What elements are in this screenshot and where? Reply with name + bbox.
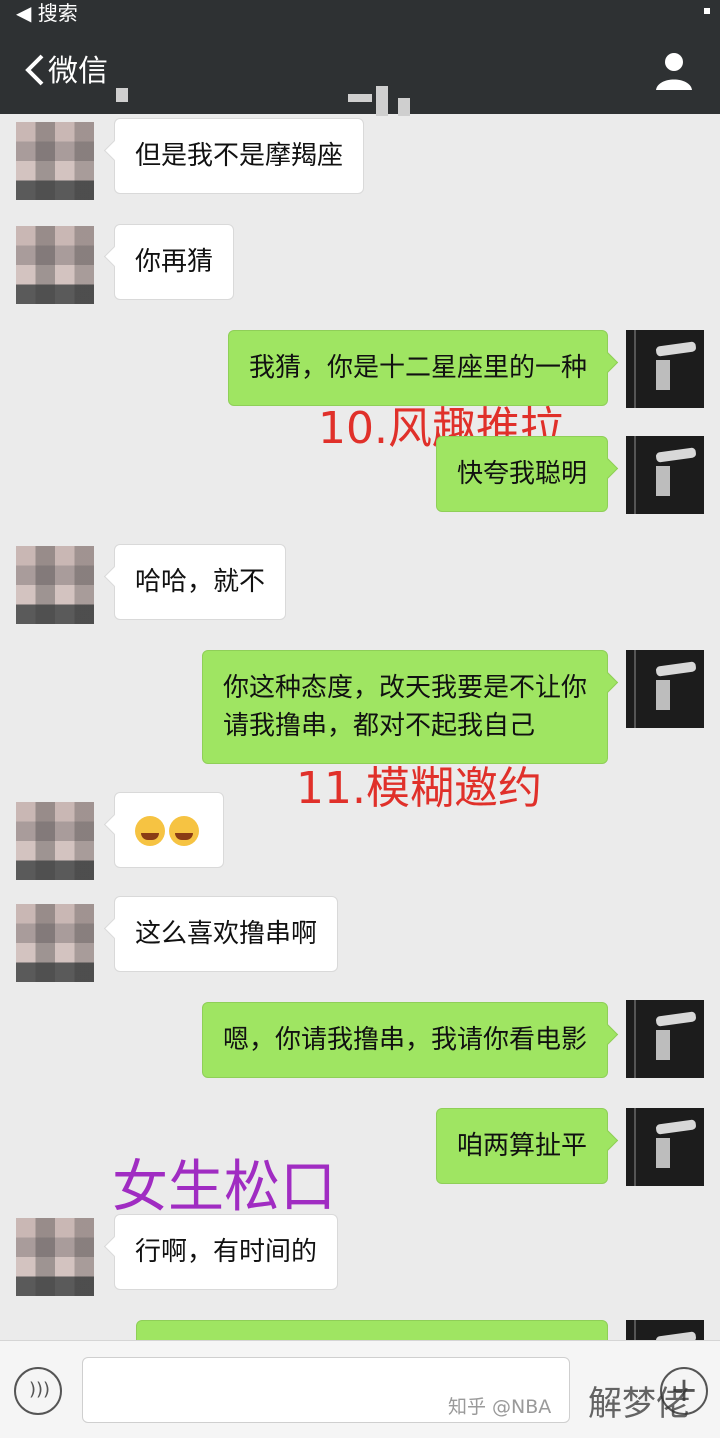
received-message[interactable]: 哈哈，就不 — [114, 544, 287, 620]
sent-message[interactable]: 你这种态度，改天我要是不让你 请我撸串，都对不起我自己 — [201, 650, 608, 764]
my-avatar[interactable] — [626, 1000, 704, 1078]
my-avatar[interactable] — [626, 650, 704, 728]
status-indicator — [704, 8, 710, 14]
contact-avatar[interactable] — [16, 802, 94, 880]
received-message[interactable]: 但是我不是摩羯座 — [114, 118, 365, 194]
received-message[interactable]: 你再猜 — [114, 224, 235, 300]
my-avatar[interactable] — [626, 436, 704, 514]
sent-message[interactable]: 嗯，你请我撸串，我请你看电影 — [201, 1002, 608, 1078]
my-avatar[interactable] — [626, 330, 704, 408]
site-watermark-logo: 解梦佬 — [588, 1384, 690, 1424]
sent-message[interactable]: 我猜，你是十二星座里的一种 — [227, 330, 608, 406]
back-button-label[interactable]: 微信 — [48, 52, 108, 92]
message-line: 请我撸串，都对不起我自己 — [222, 711, 535, 741]
crying-laughing-emoji-icon — [169, 815, 199, 846]
annotation-11: 11.模糊邀约 — [296, 763, 542, 814]
status-bar: ◀ 搜索 — [0, 0, 720, 26]
received-message[interactable]: 行啊，有时间的 — [114, 1214, 339, 1290]
received-message[interactable]: 这么喜欢撸串啊 — [114, 896, 339, 972]
contact-avatar[interactable] — [16, 226, 94, 304]
my-avatar[interactable] — [626, 1108, 704, 1186]
crying-laughing-emoji-icon — [135, 815, 165, 846]
chat-message-list[interactable]: 但是我不是摩羯座 你再猜 我猜，你是十二星座里的一种 10.风趣推拉 快夸我聪明… — [0, 114, 720, 1340]
voice-input-button[interactable]: ))) — [14, 1367, 62, 1415]
back-to-search-link[interactable]: ◀ 搜索 — [16, 0, 78, 26]
profile-icon[interactable] — [652, 48, 696, 92]
chat-header: 微信 — [0, 26, 720, 116]
mosaic-block — [116, 88, 128, 102]
contact-avatar[interactable] — [16, 546, 94, 624]
sent-message-partial[interactable] — [136, 1320, 608, 1340]
voice-wave-icon: ))) — [29, 1379, 51, 1400]
sent-message[interactable]: 咱两算扯平 — [435, 1108, 608, 1184]
sent-message[interactable]: 快夸我聪明 — [435, 436, 608, 512]
zhihu-watermark: 知乎 @NBA — [448, 1396, 552, 1418]
mosaic-block — [376, 86, 388, 116]
message-line: 你这种态度，改天我要是不让你 — [222, 673, 587, 703]
annotation-girl: 女生松口 — [112, 1155, 336, 1220]
contact-avatar[interactable] — [16, 1218, 94, 1296]
contact-avatar[interactable] — [16, 122, 94, 200]
received-emoji-message[interactable] — [114, 792, 224, 868]
contact-avatar[interactable] — [16, 904, 94, 982]
mosaic-block — [348, 94, 372, 102]
my-avatar[interactable] — [626, 1320, 704, 1340]
